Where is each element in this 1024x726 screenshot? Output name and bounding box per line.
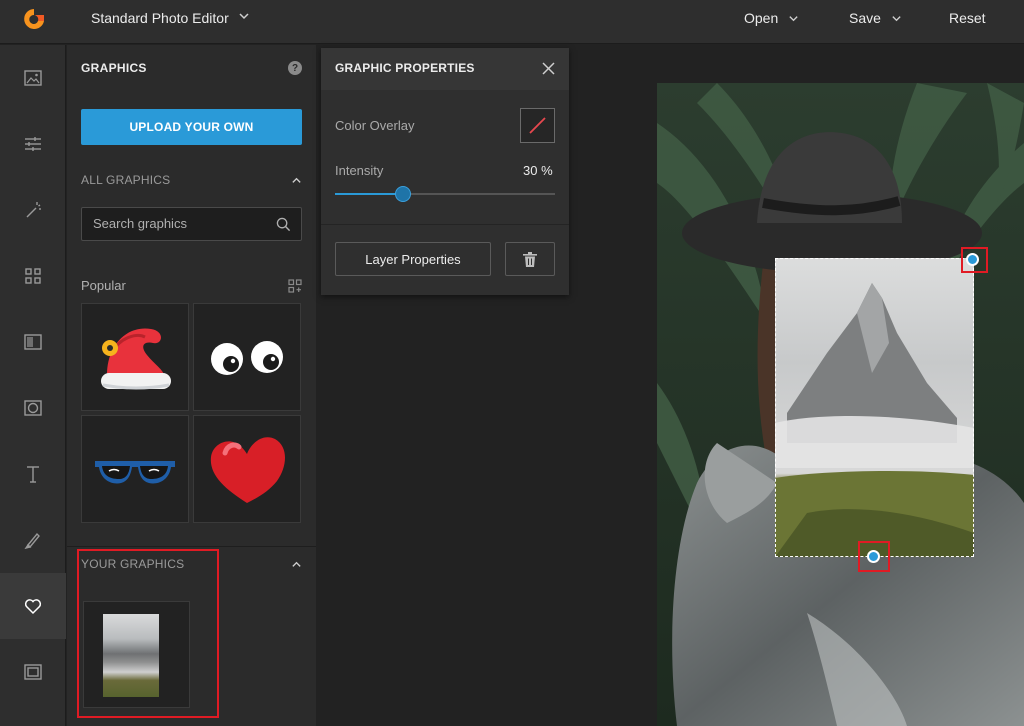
rail-item-effects[interactable] (0, 177, 66, 243)
reset-label: Reset (949, 10, 986, 26)
rail-item-draw[interactable] (0, 507, 66, 573)
your-graphic-thumbnail[interactable] (83, 601, 190, 708)
vignette-icon (24, 400, 42, 416)
intensity-slider-fill (335, 193, 404, 195)
sunglasses-graphic (95, 461, 175, 484)
googly-eyes-graphic (211, 341, 283, 375)
reset-button[interactable]: Reset (949, 10, 986, 26)
properties-title: GRAPHIC PROPERTIES (335, 61, 475, 75)
rail-item-image[interactable] (0, 45, 66, 111)
no-color-icon (529, 117, 546, 134)
color-overlay-swatch[interactable] (520, 108, 555, 143)
delete-button[interactable] (505, 242, 555, 276)
resize-handle[interactable] (867, 550, 880, 563)
popular-label: Popular (81, 278, 126, 293)
app-logo-icon[interactable] (22, 7, 46, 31)
rail-item-graphics[interactable] (0, 573, 66, 639)
brush-icon (24, 532, 40, 550)
overlay-icon (24, 334, 42, 350)
intensity-slider-handle[interactable] (395, 186, 412, 202)
top-bar: Standard Photo Editor Open Save Reset (0, 0, 1024, 44)
layer-properties-button[interactable]: Layer Properties (335, 242, 491, 276)
your-graphics-label[interactable]: YOUR GRAPHICS (81, 557, 184, 571)
properties-header: GRAPHIC PROPERTIES (321, 48, 569, 90)
rail-item-collage[interactable] (0, 243, 66, 309)
properties-divider (321, 224, 569, 225)
chevron-up-icon[interactable] (291, 175, 302, 186)
graphic-properties-popup: GRAPHIC PROPERTIES Color Overlay Intensi… (321, 48, 569, 295)
save-button[interactable]: Save (849, 10, 902, 26)
search-box (81, 207, 302, 241)
intensity-value: 30 % (523, 163, 553, 178)
chevron-down-icon[interactable] (238, 10, 250, 22)
search-icon[interactable] (276, 217, 291, 232)
chevron-down-icon (789, 15, 798, 21)
all-graphics-label[interactable]: ALL GRAPHICS (81, 173, 170, 187)
sliders-icon (25, 137, 41, 151)
open-button[interactable]: Open (744, 10, 799, 26)
trash-icon (523, 251, 537, 267)
intensity-slider-track[interactable] (335, 193, 555, 195)
graphic-tile-googly-eyes[interactable] (193, 303, 301, 411)
rail-item-frames[interactable] (0, 639, 66, 705)
help-icon[interactable]: ? (288, 61, 302, 75)
heart-graphic (210, 437, 285, 503)
rotate-handle[interactable] (966, 253, 979, 266)
chevron-up-icon[interactable] (291, 559, 302, 570)
photo-editor-app: Standard Photo Editor Open Save Reset GR… (0, 0, 1024, 726)
tool-rail (0, 45, 66, 726)
image-icon (24, 70, 42, 86)
search-input[interactable] (93, 216, 263, 231)
mountain-thumbnail-image (103, 614, 159, 697)
graphics-panel: GRAPHICS ? UPLOAD YOUR OWN ALL GRAPHICS … (67, 45, 316, 726)
save-label: Save (849, 10, 881, 26)
upload-your-own-button[interactable]: UPLOAD YOUR OWN (81, 109, 302, 145)
grid-view-icon[interactable] (288, 279, 302, 293)
color-overlay-label: Color Overlay (335, 118, 415, 133)
rail-item-adjust[interactable] (0, 111, 66, 177)
graphic-tile-santa-hat[interactable] (81, 303, 189, 411)
chevron-down-icon (892, 15, 901, 21)
rail-item-vignette[interactable] (0, 375, 66, 441)
graphic-selection-box[interactable] (775, 258, 974, 557)
intensity-label: Intensity (335, 163, 384, 178)
grid-icon (25, 268, 41, 284)
graphic-tile-sunglasses[interactable] (81, 415, 189, 523)
close-icon[interactable] (542, 62, 555, 75)
panel-title: GRAPHICS (81, 61, 147, 75)
app-title[interactable]: Standard Photo Editor (91, 10, 229, 26)
santa-hat-graphic (101, 328, 171, 390)
heart-icon (24, 599, 42, 615)
rail-item-text[interactable] (0, 441, 66, 507)
graphic-tile-heart[interactable] (193, 415, 301, 523)
panel-divider (67, 546, 316, 547)
frame-icon (24, 664, 42, 680)
open-label: Open (744, 10, 779, 26)
magic-wand-icon (26, 202, 41, 218)
text-icon (27, 466, 39, 483)
rail-item-overlays[interactable] (0, 309, 66, 375)
